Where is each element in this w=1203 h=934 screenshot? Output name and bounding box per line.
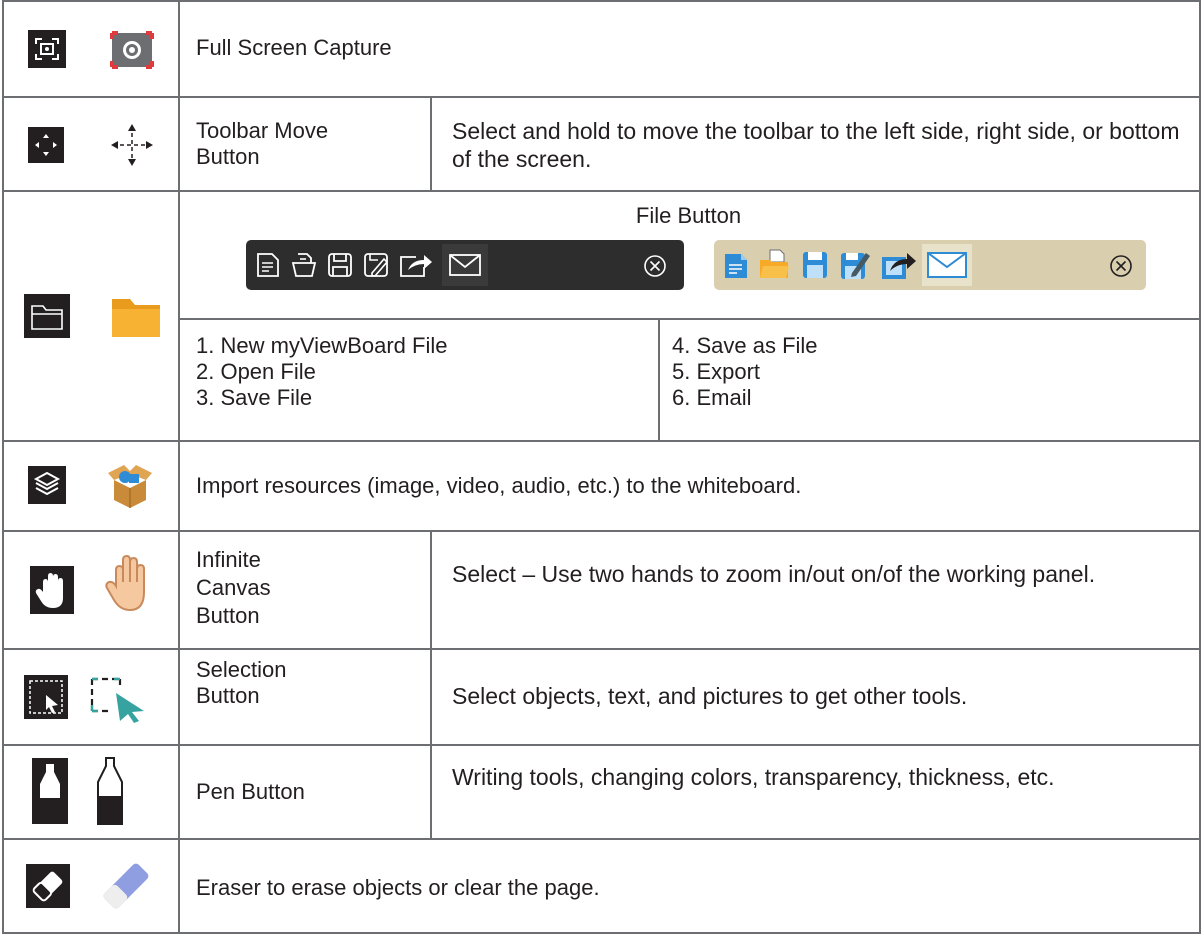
- row-import: Import resources (image, video, audio, e…: [2, 440, 1201, 530]
- row-full-screen-capture: Full Screen Capture: [2, 0, 1201, 96]
- open-file-icon[interactable]: [290, 251, 318, 279]
- file-toolbar-dark: [246, 240, 684, 290]
- import-icon-color[interactable]: [106, 462, 154, 513]
- infinite-canvas-name: Infinite Canvas Button: [196, 546, 271, 630]
- row-pen: Pen Button Writing tools, changing color…: [2, 744, 1201, 838]
- move-icon-dark[interactable]: [28, 127, 64, 168]
- eraser-icon-dark[interactable]: [26, 864, 70, 913]
- row-infinite-canvas: Infinite Canvas Button Select – Use two …: [2, 530, 1201, 648]
- import-description: Import resources (image, video, audio, e…: [196, 473, 802, 498]
- close-toolbar-icon[interactable]: [1108, 253, 1134, 279]
- toolbar-reference-table: Full Screen Capture Toolbar Move Button …: [2, 0, 1201, 934]
- new-file-icon[interactable]: [722, 251, 750, 281]
- row-selection: Selection Button Select objects, text, a…: [2, 648, 1201, 744]
- export-icon[interactable]: [880, 249, 918, 281]
- selection-name-line: Button: [196, 683, 260, 708]
- import-icon-dark[interactable]: [28, 466, 66, 509]
- email-icon[interactable]: [448, 252, 482, 278]
- file-toolbar-light: [714, 240, 1146, 290]
- selection-icon-dark[interactable]: [24, 675, 68, 724]
- save-file-icon[interactable]: [326, 251, 354, 279]
- pen-icon-outline[interactable]: [92, 754, 128, 833]
- selection-icon-color[interactable]: [88, 675, 148, 728]
- file-item-export: 5. Export: [672, 359, 761, 384]
- pen-name: Pen Button: [196, 779, 305, 804]
- pen-description: Writing tools, changing colors, transpar…: [452, 764, 1055, 790]
- folder-icon-dark[interactable]: [24, 294, 70, 343]
- row-toolbar-move: Toolbar Move Button Select and hold to m…: [2, 96, 1201, 190]
- new-file-icon[interactable]: [254, 251, 282, 279]
- move-icon-outline[interactable]: [108, 122, 156, 173]
- save-file-icon[interactable]: [800, 249, 830, 281]
- save-as-file-icon[interactable]: [838, 247, 872, 281]
- pen-icon-dark[interactable]: [32, 758, 68, 829]
- toolbar-move-description: Select and hold to move the toolbar to t…: [452, 118, 1180, 172]
- full-screen-capture-label: Full Screen Capture: [196, 35, 392, 60]
- full-screen-capture-icon-color[interactable]: [108, 30, 156, 75]
- infinite-canvas-name-line: Infinite: [196, 547, 261, 572]
- selection-name-line: Selection: [196, 657, 287, 682]
- hand-icon-dark[interactable]: [30, 566, 74, 619]
- eraser-icon-color[interactable]: [98, 860, 154, 917]
- file-item-open: 2. Open File: [196, 359, 316, 384]
- eraser-description: Eraser to erase objects or clear the pag…: [196, 875, 600, 900]
- file-button-title: File Button: [635, 203, 742, 228]
- row-eraser: Eraser to erase objects or clear the pag…: [2, 838, 1201, 934]
- folder-icon-color[interactable]: [110, 293, 162, 344]
- file-item-email: 6. Email: [672, 385, 752, 410]
- infinite-canvas-name-line: Button: [196, 603, 260, 628]
- file-item-save-as: 4. Save as File: [672, 333, 818, 358]
- selection-description: Select objects, text, and pictures to ge…: [452, 683, 968, 709]
- open-file-icon[interactable]: [758, 248, 790, 280]
- email-icon[interactable]: [926, 250, 968, 280]
- row-file-button: File Button 1. New myViewBoard File 2. O…: [2, 190, 1201, 440]
- toolbar-move-name-line: Toolbar Move: [196, 118, 329, 143]
- close-toolbar-icon[interactable]: [642, 253, 668, 279]
- save-as-file-icon[interactable]: [362, 251, 390, 279]
- file-item-new: 1. New myViewBoard File: [196, 333, 448, 358]
- toolbar-move-name-line: Button: [196, 144, 260, 169]
- file-items-right: 4. Save as File 5. Export 6. Email: [672, 333, 818, 411]
- file-items-left: 1. New myViewBoard File 2. Open File 3. …: [196, 333, 447, 411]
- infinite-canvas-name-line: Canvas: [196, 575, 271, 600]
- full-screen-capture-icon-dark[interactable]: [28, 30, 66, 73]
- export-icon[interactable]: [398, 251, 434, 279]
- file-item-save: 3. Save File: [196, 385, 313, 410]
- infinite-canvas-description: Select – Use two hands to zoom in/out on…: [452, 561, 1096, 587]
- toolbar-move-name: Toolbar Move Button: [196, 118, 328, 170]
- hand-icon-color[interactable]: [102, 550, 150, 619]
- selection-name: Selection Button: [196, 657, 287, 709]
